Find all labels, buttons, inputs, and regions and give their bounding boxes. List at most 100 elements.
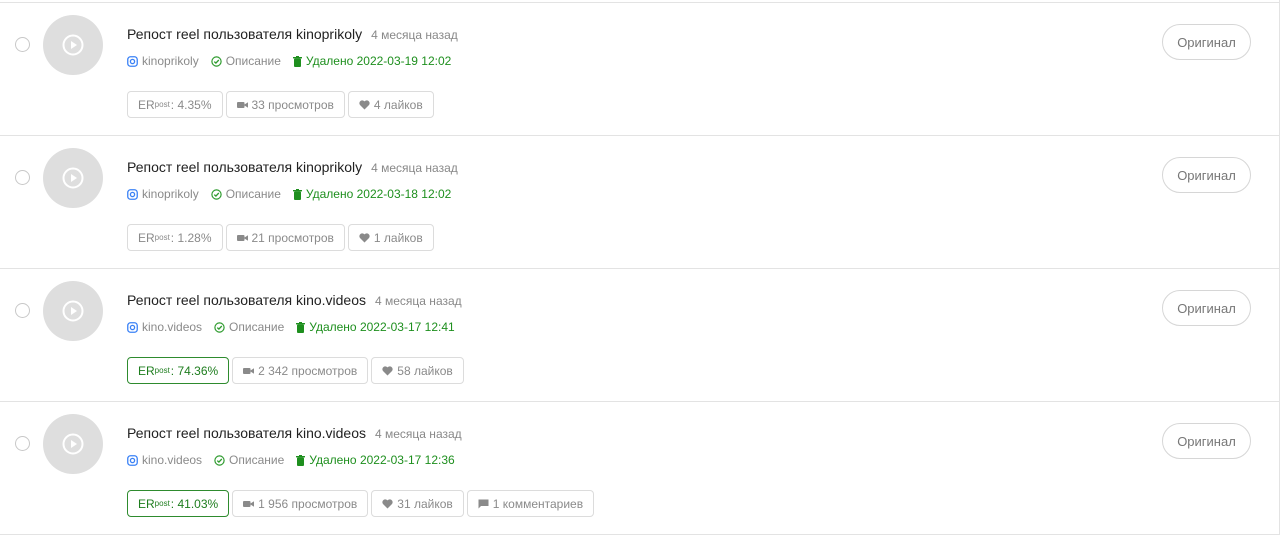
post-time-ago: 4 месяца назад [371,161,458,175]
er-chip: ER post: 1.28% [127,224,223,251]
video-camera-icon [243,367,255,375]
select-radio[interactable] [15,303,30,318]
views-count: 2 342 просмотров [258,363,358,378]
instagram-icon [127,188,138,200]
post-meta: kino.videos Описание Удалено 2022-03-17 … [127,451,467,469]
video-thumbnail[interactable] [43,281,103,341]
er-chip: ER post: 74.36% [127,357,230,384]
instagram-icon [127,454,138,466]
comments-chip: 1 комментариев [466,490,595,517]
deleted-status: Удалено 2022-03-19 12:02 [292,54,452,68]
er-chip: ER post: 41.03% [127,490,230,517]
check-circle-icon [214,454,225,466]
description-link[interactable]: Описание [214,453,284,467]
description-link[interactable]: Описание [211,187,281,201]
post-time-ago: 4 месяца назад [371,28,458,42]
trash-icon [296,321,306,333]
post-title[interactable]: Репост reel пользователя kino.videos [127,425,366,441]
post-time-ago: 4 месяца назад [375,294,462,308]
account-link[interactable]: kinoprikoly [127,54,199,68]
er-value: : 4.35% [170,97,212,112]
deleted-date: Удалено 2022-03-18 12:02 [305,187,452,201]
deleted-date: Удалено 2022-03-19 12:02 [305,54,452,68]
likes-chip: 4 лайков [347,91,434,118]
post-title[interactable]: Репост reel пользователя kinoprikoly [127,26,362,42]
post-time-ago: 4 месяца назад [375,427,462,441]
play-icon [62,167,84,189]
deleted-date: Удалено 2022-03-17 12:36 [309,453,455,467]
description-link[interactable]: Описание [211,54,281,68]
heart-icon [382,498,393,509]
views-chip: 2 342 просмотров [232,357,369,384]
account-name: kino.videos [142,320,203,334]
instagram-icon [127,321,138,333]
post-title-row: Репост reel пользователя kino.videos 4 м… [127,292,462,312]
likes-count: 4 лайков [373,97,423,112]
er-sub: post [154,233,170,242]
account-link[interactable]: kinoprikoly [127,187,199,201]
post-meta: kino.videos Описание Удалено 2022-03-17 … [127,318,467,336]
original-button[interactable]: Оригинал [1162,423,1251,459]
instagram-icon [127,55,138,67]
description-label: Описание [229,453,285,467]
account-link[interactable]: kino.videos [127,320,202,334]
deleted-status: Удалено 2022-03-17 12:41 [296,320,455,334]
account-name: kinoprikoly [142,187,199,201]
trash-icon [292,188,302,200]
views-count: 33 просмотров [251,97,334,112]
select-radio[interactable] [15,436,30,451]
views-count: 21 просмотров [251,230,334,245]
er-label: ER [138,97,155,112]
description-label: Описание [229,320,285,334]
video-camera-icon [236,101,248,109]
er-value: : 74.36% [170,363,219,378]
heart-icon [359,232,370,243]
video-thumbnail[interactable] [43,15,103,75]
heart-icon [382,365,393,376]
comment-icon [478,499,489,509]
video-camera-icon [243,500,255,508]
views-count: 1 956 просмотров [258,496,358,511]
er-label: ER [138,363,155,378]
trash-icon [292,55,302,67]
original-button[interactable]: Оригинал [1162,24,1251,60]
views-chip: 21 просмотров [225,224,345,251]
video-thumbnail[interactable] [43,148,103,208]
select-radio[interactable] [15,170,30,185]
likes-count: 58 лайков [397,363,453,378]
er-sub: post [154,366,170,375]
post-title-row: Репост reel пользователя kinoprikoly 4 м… [127,26,458,46]
likes-count: 1 лайков [373,230,423,245]
likes-chip: 1 лайков [347,224,434,251]
video-thumbnail[interactable] [43,414,103,474]
er-value: : 1.28% [170,230,212,245]
post-title-row: Репост reel пользователя kino.videos 4 м… [127,425,462,445]
heart-icon [359,99,370,110]
original-button[interactable]: Оригинал [1162,157,1251,193]
check-circle-icon [214,321,225,333]
select-radio[interactable] [15,37,30,52]
play-icon [62,433,84,455]
er-chip: ER post: 4.35% [127,91,223,118]
play-icon [62,34,84,56]
stats-chips: ER post: 74.36% 2 342 просмотров 58 лайко… [127,356,467,385]
post-title[interactable]: Репост reel пользователя kino.videos [127,292,366,308]
post-item: Репост reel пользователя kinoprikoly 4 м… [0,135,1279,268]
likes-count: 31 лайков [397,496,453,511]
account-name: kino.videos [142,453,203,467]
description-link[interactable]: Описание [214,320,284,334]
post-meta: kinoprikoly Описание Удалено 2022-03-18 … [127,185,463,203]
post-title[interactable]: Репост reel пользователя kinoprikoly [127,159,362,175]
post-meta: kinoprikoly Описание Удалено 2022-03-19 … [127,52,463,70]
comments-count: 1 комментариев [492,496,584,511]
stats-chips: ER post: 1.28% 21 просмотров 1 лайков [127,223,437,252]
views-chip: 1 956 просмотров [232,490,369,517]
original-button[interactable]: Оригинал [1162,290,1251,326]
deleted-status: Удалено 2022-03-18 12:02 [292,187,452,201]
likes-chip: 58 лайков [371,357,464,384]
er-sub: post [154,499,170,508]
play-icon [62,300,84,322]
er-sub: post [154,100,170,109]
views-chip: 33 просмотров [225,91,345,118]
account-link[interactable]: kino.videos [127,453,202,467]
